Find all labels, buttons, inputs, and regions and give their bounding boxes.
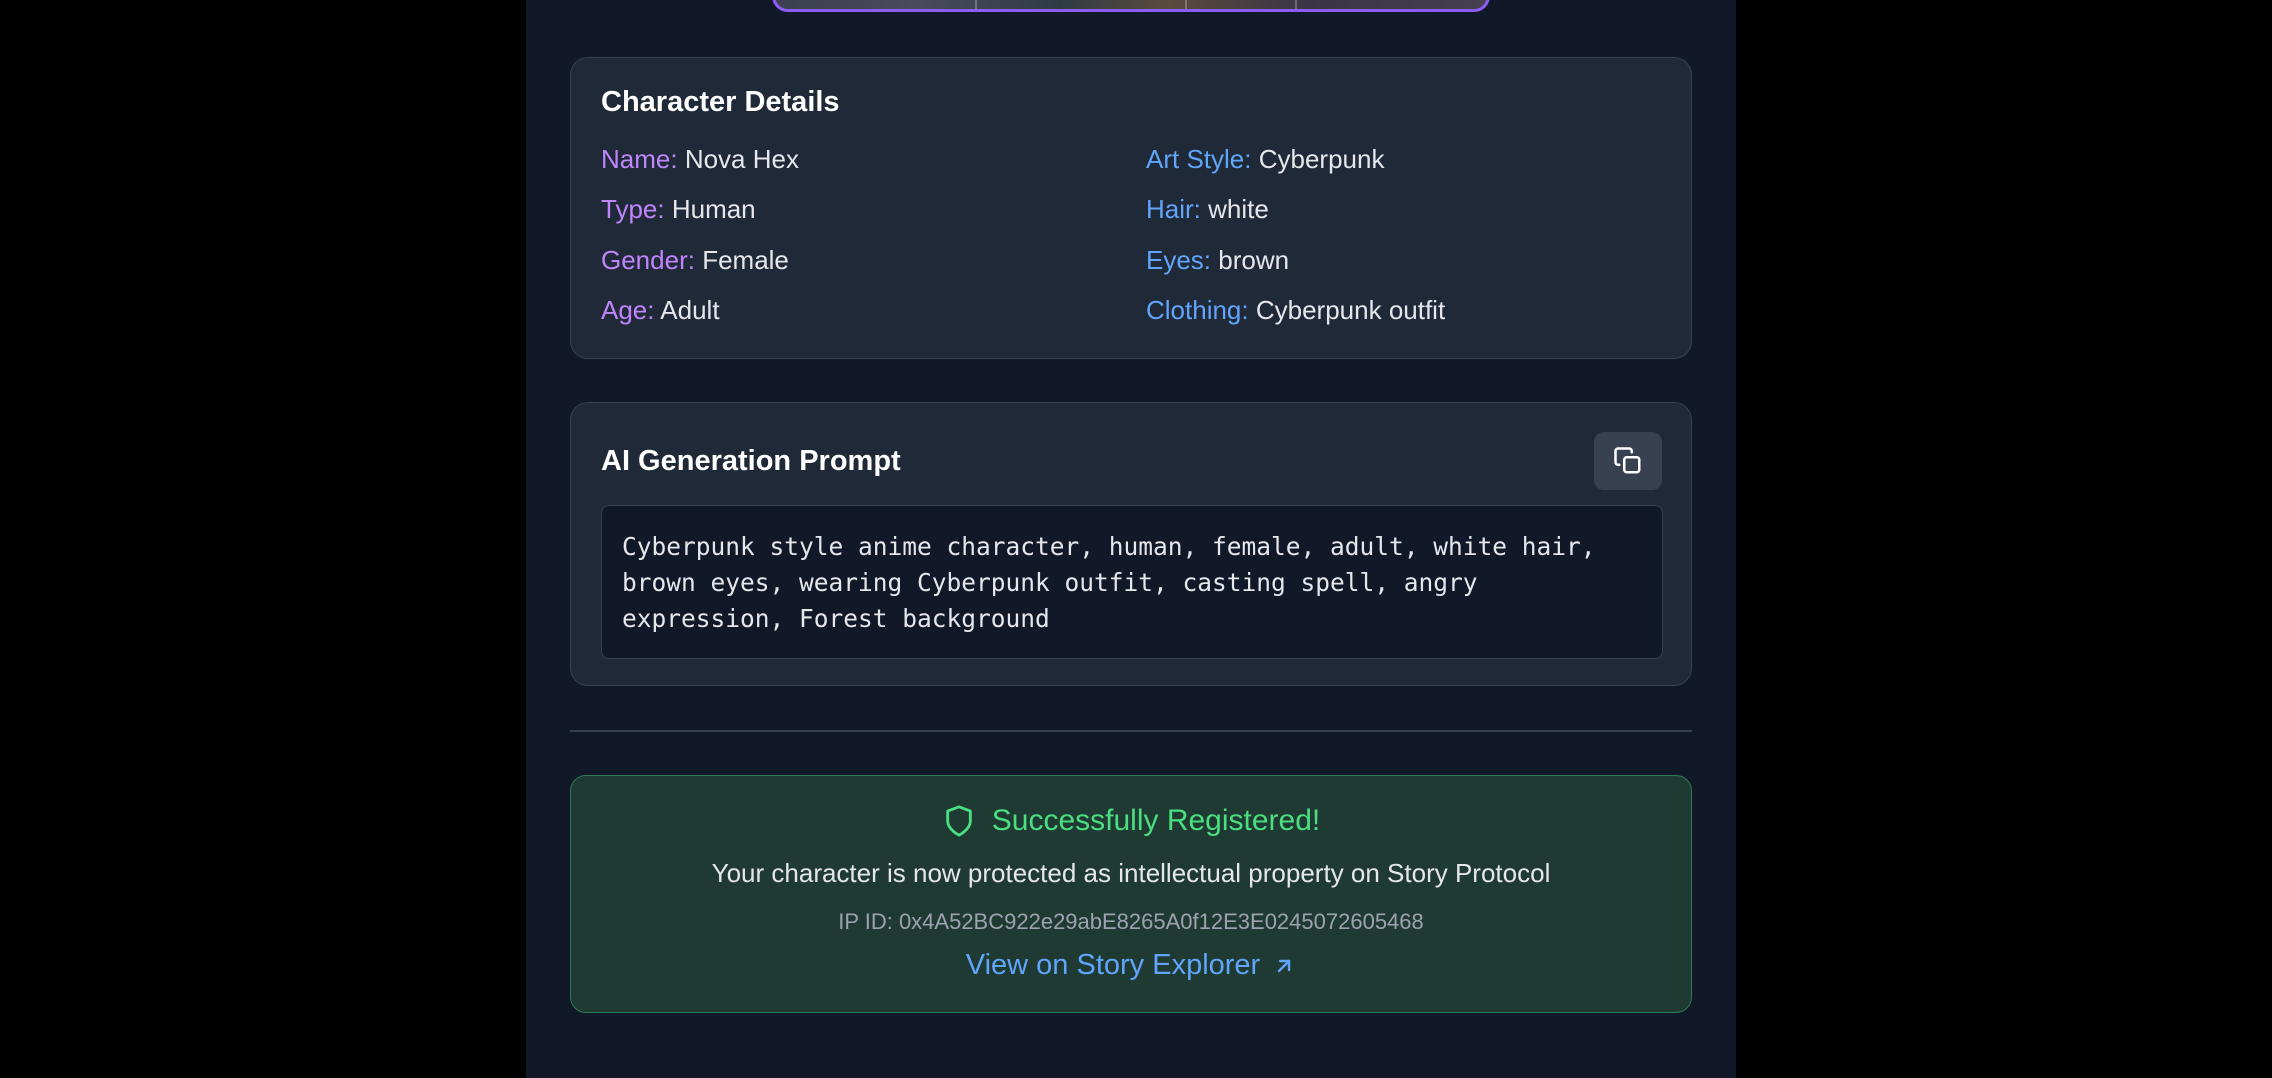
detail-value: Female xyxy=(702,245,789,275)
detail-label: Name: xyxy=(601,144,678,174)
detail-type: Type: Human xyxy=(601,194,756,225)
detail-value: white xyxy=(1208,194,1269,224)
success-header: Successfully Registered! xyxy=(571,804,1691,838)
detail-value: Cyberpunk outfit xyxy=(1255,295,1446,325)
character-image xyxy=(772,0,1490,12)
ai-prompt-card: AI Generation Prompt Cyberpunk style ani… xyxy=(570,402,1692,686)
character-details-card: Character Details Name: Nova Hex Type: H… xyxy=(570,57,1692,359)
detail-label: Gender: xyxy=(601,245,695,275)
detail-value: Adult xyxy=(660,295,720,325)
detail-label: Eyes: xyxy=(1146,245,1212,275)
ip-id: IP ID: 0x4A52BC922e29abE8265A0f12E3E0245… xyxy=(838,909,1424,934)
character-details-title: Character Details xyxy=(601,86,840,118)
detail-name: Name: Nova Hex xyxy=(601,144,799,175)
detail-clothing: Clothing: Cyberpunk outfit xyxy=(1146,295,1445,326)
detail-eyes: Eyes: brown xyxy=(1146,245,1289,276)
detail-label: Hair: xyxy=(1146,194,1201,224)
detail-age: Age: Adult xyxy=(601,295,720,326)
section-divider xyxy=(570,730,1692,732)
detail-label: Art Style: xyxy=(1146,144,1252,174)
detail-label: Age: xyxy=(601,295,655,325)
detail-label: Type: xyxy=(601,194,665,224)
success-description: Your character is now protected as intel… xyxy=(711,858,1551,888)
ai-prompt-title: AI Generation Prompt xyxy=(601,445,901,477)
detail-art-style: Art Style: Cyberpunk xyxy=(1146,144,1384,175)
detail-hair: Hair: white xyxy=(1146,194,1269,225)
shield-icon xyxy=(946,805,972,837)
prompt-text: Cyberpunk style anime character, human, … xyxy=(601,505,1663,659)
arrow-up-right-icon xyxy=(1278,959,1291,972)
story-explorer-link-label: View on Story Explorer xyxy=(965,949,1261,981)
detail-value: Cyberpunk xyxy=(1258,144,1385,174)
copy-prompt-button[interactable] xyxy=(1594,432,1662,490)
success-title: Successfully Registered! xyxy=(991,804,1321,837)
registration-success-card: Successfully Registered! Your character … xyxy=(570,775,1692,1013)
story-explorer-link[interactable]: View on Story Explorer xyxy=(571,949,1691,982)
detail-value: brown xyxy=(1218,245,1290,275)
detail-value: Human xyxy=(671,194,756,224)
detail-value: Nova Hex xyxy=(684,144,799,174)
detail-label: Clothing: xyxy=(1146,295,1249,325)
copy-icon xyxy=(1614,447,1641,474)
detail-gender: Gender: Female xyxy=(601,245,789,276)
